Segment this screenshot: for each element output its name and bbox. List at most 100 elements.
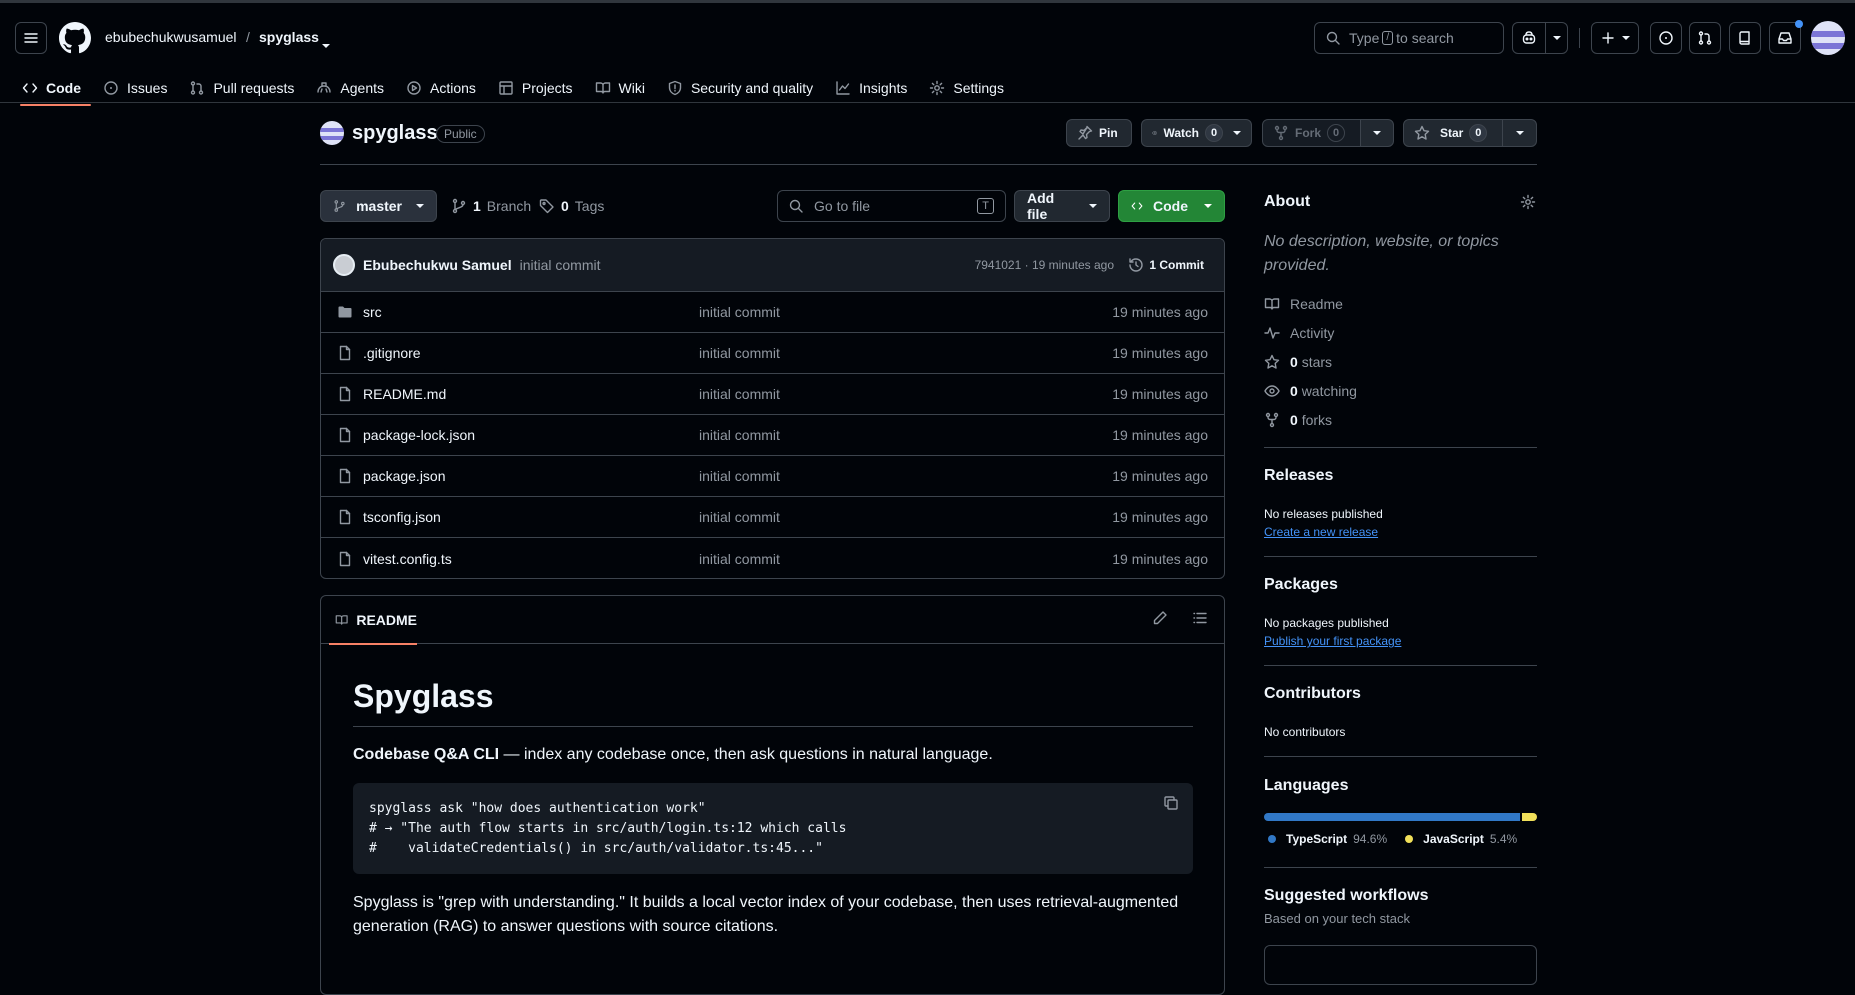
tab-projects[interactable]: Projects [488, 69, 583, 106]
tab-security[interactable]: Security and quality [657, 69, 823, 106]
fork-button[interactable]: Fork 0 [1262, 119, 1361, 147]
commit-message[interactable]: initial commit [520, 257, 601, 273]
repo-title[interactable]: spyglass [352, 122, 438, 145]
about-stars-link[interactable]: 0 stars [1264, 354, 1332, 370]
file-commit-message[interactable]: initial commit [699, 386, 780, 402]
file-name[interactable]: vitest.config.ts [363, 551, 452, 567]
tab-security-label: Security and quality [690, 79, 814, 96]
file-name[interactable]: README.md [363, 386, 446, 402]
file-commit-message[interactable]: initial commit [699, 427, 780, 443]
issues-button[interactable] [1650, 22, 1682, 54]
tab-actions[interactable]: Actions [396, 69, 486, 106]
chevron-down-icon [1622, 36, 1630, 40]
file-row[interactable]: src initial commit 19 minutes ago [321, 292, 1224, 333]
tab-code[interactable]: Code [12, 69, 91, 106]
code-button[interactable]: Code [1118, 190, 1225, 222]
language-legend-item[interactable]: JavaScript 5.4% [1405, 832, 1517, 846]
github-icon [59, 22, 91, 54]
file-icon [339, 509, 351, 525]
fork-menu-button[interactable] [1360, 119, 1394, 147]
create-new-button[interactable] [1591, 22, 1639, 54]
search-icon [789, 199, 803, 213]
repositories-button[interactable] [1729, 22, 1761, 54]
menu-button[interactable] [15, 22, 47, 54]
file-row[interactable]: README.md initial commit 19 minutes ago [321, 374, 1224, 415]
publish-package-link[interactable]: Publish your first package [1264, 634, 1401, 648]
file-row[interactable]: package.json initial commit 19 minutes ago [321, 456, 1224, 497]
about-readme-label: Readme [1290, 296, 1343, 312]
code-line: # → "The auth flow starts in src/auth/lo… [369, 821, 847, 836]
tab-settings[interactable]: Settings [919, 69, 1014, 106]
language-percent: 94.6% [1353, 832, 1388, 846]
tags-link[interactable]: 0 Tags [539, 198, 604, 214]
chevron-down-icon [1089, 204, 1097, 208]
commit-author-avatar[interactable] [333, 254, 355, 276]
contributors-title[interactable]: Contributors [1264, 685, 1361, 703]
book-icon [1264, 298, 1280, 310]
packages-title[interactable]: Packages [1264, 576, 1338, 594]
file-name[interactable]: package.json [363, 468, 446, 484]
breadcrumb-owner[interactable]: ebubechukwusamuel [105, 29, 237, 45]
file-commit-message[interactable]: initial commit [699, 345, 780, 361]
github-logo[interactable] [59, 22, 91, 54]
about-watching-link[interactable]: 0 watching [1264, 383, 1357, 399]
releases-title[interactable]: Releases [1264, 467, 1333, 485]
commit-author[interactable]: Ebubechukwu Samuel [363, 257, 512, 273]
file-commit-message[interactable]: initial commit [699, 468, 780, 484]
watch-button[interactable]: Watch 0 [1141, 119, 1252, 147]
pull-requests-button[interactable] [1689, 22, 1721, 54]
tab-wiki[interactable]: Wiki [585, 69, 655, 106]
language-bar [1264, 813, 1537, 821]
file-name[interactable]: src [363, 304, 382, 320]
file-commit-message[interactable]: initial commit [699, 304, 780, 320]
branch-selector[interactable]: master [320, 190, 437, 222]
repo-switcher-caret[interactable] [322, 35, 330, 51]
search-input[interactable]: Type / to search [1314, 22, 1504, 54]
visibility-badge: Public [436, 125, 485, 143]
file-row[interactable]: .gitignore initial commit 19 minutes ago [321, 333, 1224, 374]
tag-count: 0 [561, 198, 569, 214]
workflow-card[interactable] [1264, 945, 1537, 985]
tab-agents[interactable]: Agents [306, 69, 394, 106]
commit-hash-time[interactable]: 7941021 · 19 minutes ago [975, 258, 1114, 272]
copilot-menu-button[interactable] [1545, 22, 1568, 54]
file-row[interactable]: vitest.config.ts initial commit 19 minutes… [321, 538, 1224, 578]
add-file-button[interactable]: Add file [1014, 190, 1110, 222]
about-activity-link[interactable]: Activity [1264, 325, 1334, 341]
readme-tab[interactable]: README [329, 596, 417, 645]
about-readme-link[interactable]: Readme [1264, 296, 1343, 312]
about-forks-link[interactable]: 0 forks [1264, 412, 1332, 428]
star-button[interactable]: Star 0 [1403, 119, 1503, 147]
readme-outline-button[interactable] [1192, 610, 1208, 629]
language-legend-item[interactable]: TypeScript 94.6% [1268, 832, 1387, 846]
readme-tab-label: README [356, 612, 417, 628]
tab-issues[interactable]: Issues [93, 69, 177, 106]
chevron-down-icon [1515, 131, 1524, 135]
go-to-file-input[interactable]: Go to file T [777, 190, 1006, 222]
watch-label: Watch [1163, 126, 1199, 140]
file-name[interactable]: package-lock.json [363, 427, 475, 443]
tab-pull-requests[interactable]: Pull requests [179, 69, 304, 106]
file-name[interactable]: tsconfig.json [363, 509, 441, 525]
language-bar-segment [1264, 813, 1521, 821]
avatar[interactable] [1811, 21, 1845, 55]
file-commit-message[interactable]: initial commit [699, 551, 780, 567]
pencil-icon [1153, 611, 1167, 625]
commit-history-link[interactable]: 1 Commit [1128, 257, 1204, 273]
pin-button[interactable]: Pin [1066, 119, 1132, 147]
create-release-link[interactable]: Create a new release [1264, 525, 1378, 539]
file-commit-message[interactable]: initial commit [699, 509, 780, 525]
copy-code-button[interactable] [1163, 795, 1179, 818]
file-row[interactable]: package-lock.json initial commit 19 minute… [321, 415, 1224, 456]
breadcrumb-repo[interactable]: spyglass [259, 29, 319, 45]
file-name[interactable]: .gitignore [363, 345, 421, 361]
file-row[interactable]: tsconfig.json initial commit 19 minutes ag… [321, 497, 1224, 538]
about-settings-button[interactable] [1520, 194, 1536, 213]
book-icon [595, 81, 610, 94]
commit-count: 1 Commit [1149, 258, 1204, 272]
tab-insights[interactable]: Insights [825, 69, 917, 106]
star-menu-button[interactable] [1502, 119, 1537, 147]
branches-link[interactable]: 1 Branch [451, 198, 531, 214]
copilot-button[interactable] [1512, 22, 1546, 54]
edit-readme-button[interactable] [1152, 610, 1168, 629]
